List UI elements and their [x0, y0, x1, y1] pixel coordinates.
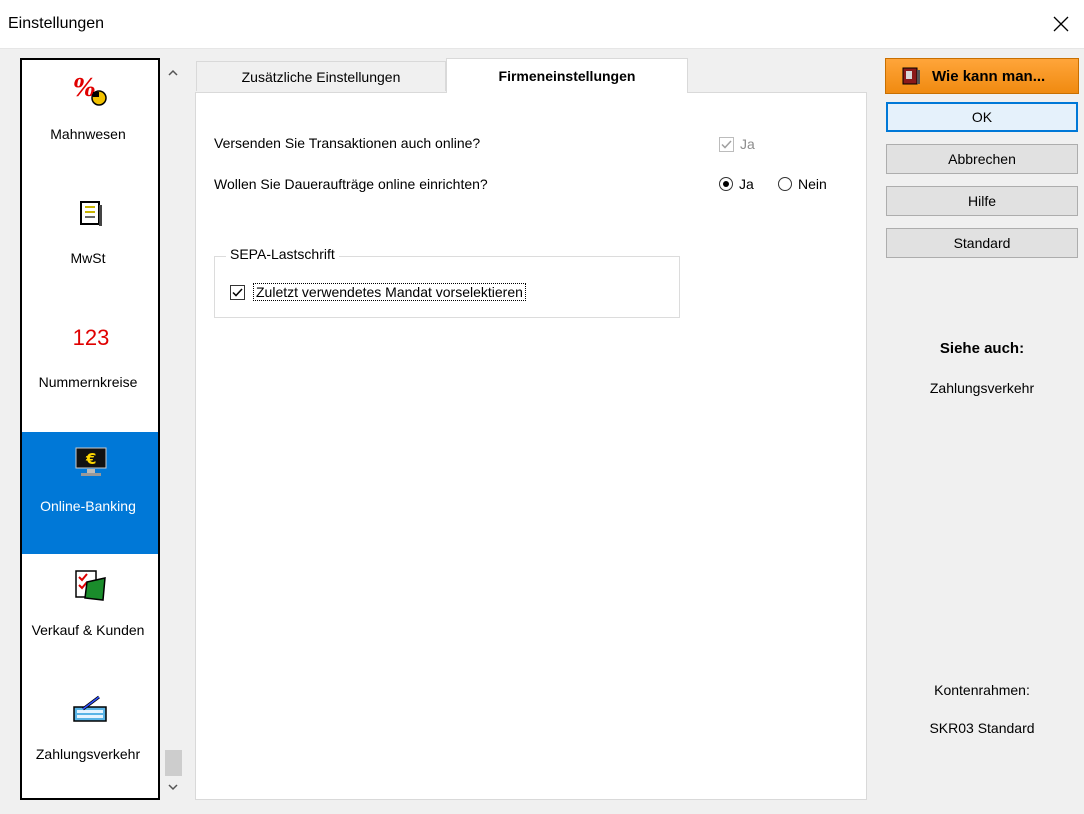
nav-item-label: Verkauf & Kunden — [31, 622, 145, 638]
scroll-thumb[interactable] — [165, 750, 182, 776]
checkbox-label: Ja — [740, 136, 755, 152]
settings-panel — [195, 92, 867, 800]
checkbox-box — [230, 284, 245, 300]
radio-button — [719, 177, 733, 191]
nav-item-label: Zahlungsverkehr — [35, 746, 141, 762]
ok-button[interactable]: OK — [886, 102, 1078, 132]
online-transactions-question: Versenden Sie Transaktionen auch online? — [214, 135, 481, 151]
how-to-help-button[interactable]: Wie kann man... — [885, 58, 1079, 94]
nav-scrollbar[interactable] — [162, 60, 184, 800]
standing-orders-question: Wollen Sie Daueraufträge online einricht… — [214, 176, 488, 192]
close-icon — [1053, 16, 1069, 32]
nav-item-zahlungsverkehr[interactable]: Zahlungsverkehr — [22, 680, 158, 798]
radio-button — [778, 177, 792, 191]
see-also-link[interactable]: Zahlungsverkehr — [886, 380, 1078, 396]
svg-text:€: € — [85, 450, 96, 468]
chart-of-accounts-label: Kontenrahmen: — [934, 682, 1030, 698]
nav-item-label: Mahnwesen — [50, 126, 126, 142]
nav-item-label: MwSt — [70, 250, 106, 266]
checklist-icon — [22, 566, 158, 606]
radio-label: Nein — [798, 176, 827, 192]
button-label: Standard — [953, 235, 1011, 251]
close-button[interactable] — [1038, 0, 1084, 48]
nav-item-verkauf-kunden[interactable]: Verkauf & Kunden — [22, 556, 158, 678]
numbers-icon: 123 — [72, 325, 110, 350]
tab-label: Zusätzliche Einstellungen — [241, 68, 401, 85]
euro-monitor-icon: € — [22, 442, 158, 482]
keyboard-pen-icon — [22, 690, 158, 730]
help-button-label: Wie kann man... — [932, 67, 1046, 85]
cancel-button[interactable]: Abbrechen — [886, 144, 1078, 174]
sepa-group-title: SEPA-Lastschrift — [226, 246, 339, 262]
nav-item-label: Nummernkreise — [38, 374, 138, 390]
see-also-title: Siehe auch: — [939, 340, 1025, 357]
chevron-down-icon — [168, 784, 178, 791]
tab-zusaetzliche-einstellungen[interactable]: Zusätzliche Einstellungen — [196, 61, 446, 91]
window-title: Einstellungen — [8, 15, 105, 32]
checkbox-label: Zuletzt verwendetes Mandat vorselektiere… — [253, 283, 526, 301]
tab-firmeneinstellungen[interactable]: Firmeneinstellungen — [446, 58, 688, 93]
percent-icon: % — [22, 70, 158, 110]
scroll-up-button[interactable] — [162, 62, 184, 84]
book-icon — [902, 67, 920, 85]
document-icon — [22, 194, 158, 234]
preselect-mandate-checkbox[interactable]: Zuletzt verwendetes Mandat vorselektiere… — [230, 283, 526, 301]
chart-of-accounts-value: SKR03 Standard — [929, 720, 1035, 736]
standard-button[interactable]: Standard — [886, 228, 1078, 258]
button-label: Hilfe — [967, 193, 996, 209]
nav-item-online-banking[interactable]: € Online-Banking — [22, 432, 158, 554]
radio-label: Ja — [739, 176, 754, 192]
online-transactions-checkbox[interactable]: Ja — [719, 136, 755, 152]
nav-item-nummernkreise[interactable]: 123 Nummernkreise — [22, 308, 158, 430]
help-button[interactable]: Hilfe — [886, 186, 1078, 216]
checkbox-box — [719, 136, 734, 152]
nav-item-mwst[interactable]: MwSt — [22, 184, 158, 306]
standing-orders-yes-radio[interactable]: Ja — [719, 176, 754, 192]
title-bar: Einstellungen — [0, 0, 1084, 49]
scroll-down-button[interactable] — [162, 776, 184, 798]
button-label: OK — [971, 109, 993, 125]
settings-nav: % Mahnwesen MwSt 123 Nummernkreise € Onl… — [20, 58, 160, 800]
standing-orders-no-radio[interactable]: Nein — [778, 176, 827, 192]
button-label: Abbrechen — [948, 151, 1016, 167]
nav-item-label: Online-Banking — [40, 498, 136, 514]
nav-item-mahnwesen[interactable]: % Mahnwesen — [22, 60, 158, 182]
tab-label: Firmeneinstellungen — [498, 68, 636, 84]
chevron-up-icon — [168, 69, 178, 76]
